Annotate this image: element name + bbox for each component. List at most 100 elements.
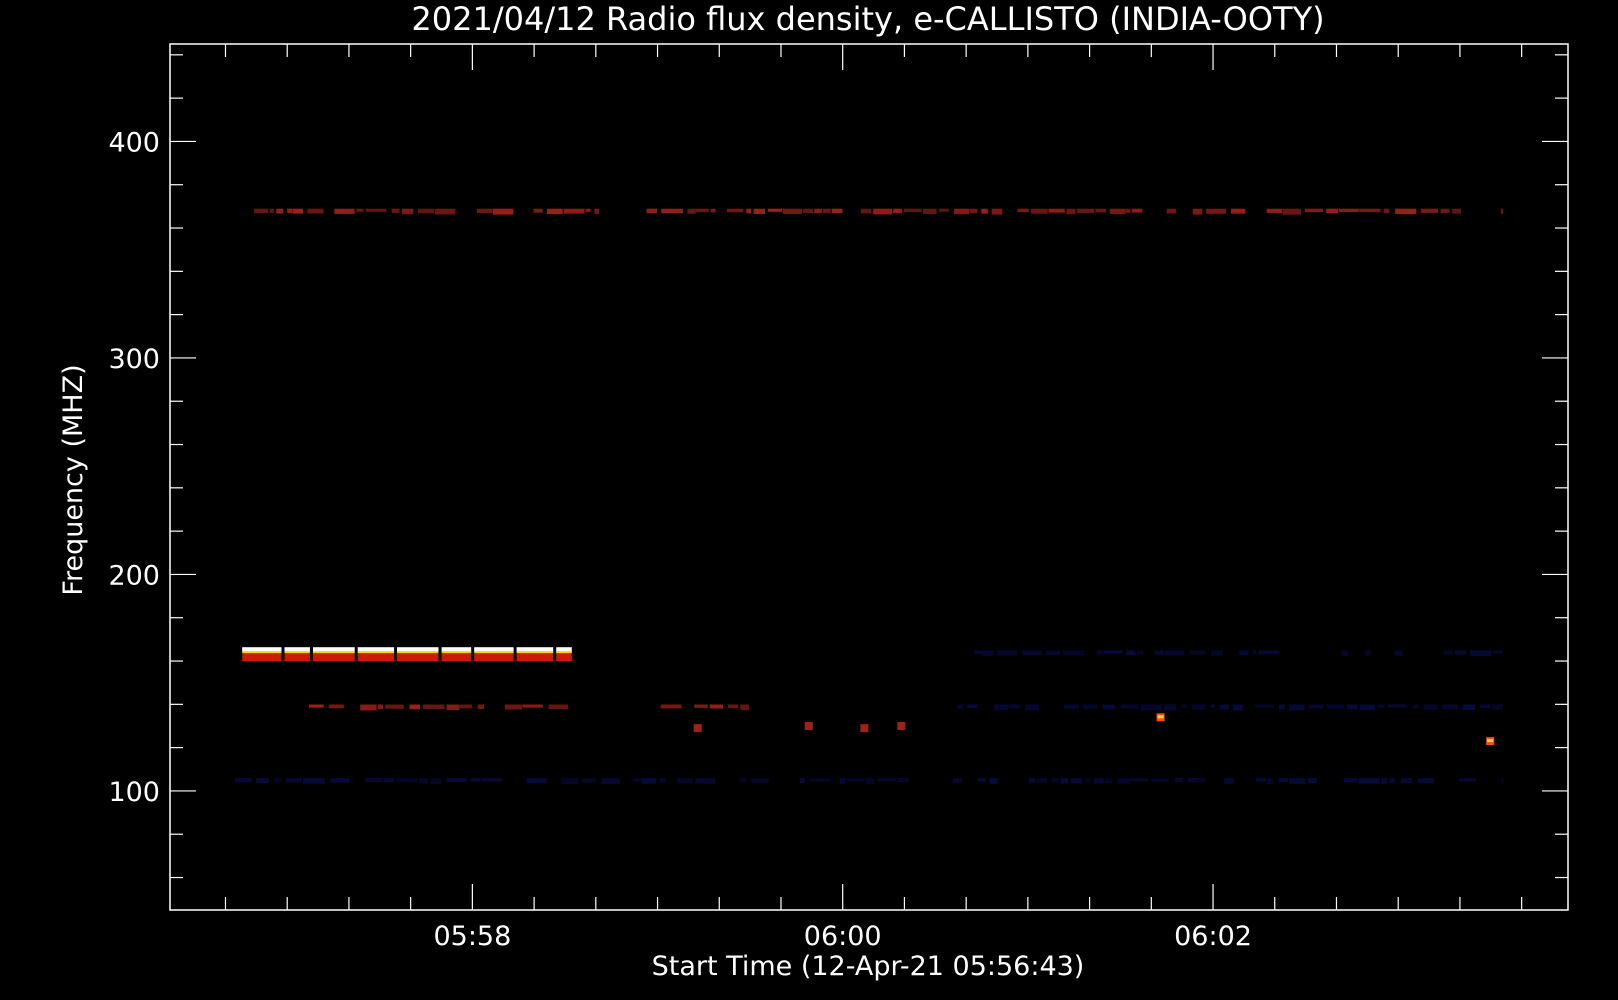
- emission-band: [1219, 704, 1229, 710]
- emission-band: [1288, 704, 1305, 711]
- emission-band: [1304, 208, 1324, 213]
- emission-band: [383, 778, 394, 783]
- emission-band: [1479, 704, 1491, 708]
- emission-band: [1338, 208, 1359, 213]
- emission-band: [1048, 208, 1065, 213]
- emission-band: [1359, 704, 1376, 711]
- emission-band: [1309, 704, 1324, 709]
- emission-band: [1151, 778, 1170, 783]
- y-axis: 100 200 300 400: [108, 54, 1568, 879]
- emission-band: [1442, 704, 1459, 710]
- emission-band: [1359, 208, 1381, 213]
- emission-band: [978, 778, 986, 782]
- emission-band: [526, 778, 547, 784]
- emission-band: [492, 208, 514, 215]
- burst-band-core: [397, 651, 439, 654]
- emission-band: [939, 208, 950, 212]
- emission-band: [391, 208, 400, 213]
- emission-band: [504, 704, 523, 710]
- emission-band: [1400, 778, 1412, 784]
- emission-band: [1255, 778, 1266, 782]
- emission-band: [1266, 208, 1283, 213]
- emission-band: [269, 208, 274, 214]
- emission-band: [922, 208, 937, 215]
- emission-band: [1255, 704, 1275, 708]
- emission-band: [1103, 650, 1123, 654]
- burst-band-shadow: [357, 653, 395, 662]
- emission-spot: [804, 722, 813, 730]
- emission-band: [642, 778, 657, 784]
- emission-band: [446, 704, 460, 711]
- emission-band: [1394, 650, 1403, 656]
- burst-band-shadow: [313, 653, 355, 662]
- emission-band: [746, 208, 752, 214]
- emission-band: [660, 704, 682, 709]
- burst-band-shadow: [474, 653, 514, 662]
- emission-band: [969, 208, 978, 214]
- emission-band: [991, 208, 1003, 215]
- x-tick-label: 05:58: [433, 921, 511, 952]
- emission-band: [1166, 208, 1176, 214]
- emission-band: [1187, 778, 1197, 782]
- emission-spot-core: [1487, 739, 1494, 743]
- emission-band: [1266, 778, 1273, 784]
- emission-band: [418, 778, 428, 784]
- emission-band: [740, 704, 749, 711]
- emission-band: [1094, 778, 1104, 784]
- emission-band: [1501, 778, 1504, 784]
- emission-band: [709, 704, 723, 709]
- emission-band: [767, 208, 782, 212]
- heatmap-features: [234, 208, 1504, 785]
- emission-band: [1102, 704, 1115, 710]
- emission-band: [897, 778, 909, 782]
- emission-band: [1117, 778, 1131, 784]
- emission-band: [307, 208, 324, 214]
- emission-band: [1387, 704, 1408, 708]
- emission-band: [750, 778, 769, 783]
- emission-band: [1395, 208, 1417, 215]
- emission-band: [1500, 208, 1504, 214]
- emission-band: [1192, 208, 1203, 215]
- emission-band: [1278, 778, 1288, 783]
- emission-band: [292, 208, 303, 214]
- emission-band: [366, 208, 387, 212]
- emission-spot: [897, 722, 906, 730]
- emission-band: [276, 208, 284, 214]
- emission-band: [695, 208, 709, 212]
- emission-band: [1030, 208, 1048, 214]
- emission-band: [632, 778, 642, 782]
- emission-band: [234, 778, 252, 783]
- emission-band: [585, 208, 591, 212]
- emission-band: [273, 778, 282, 783]
- emission-band: [1104, 778, 1113, 783]
- emission-band: [822, 208, 831, 214]
- emission-band: [285, 778, 302, 783]
- emission-band: [471, 778, 481, 782]
- emission-band: [981, 208, 988, 214]
- burst-band-shadow: [556, 653, 572, 662]
- emission-band: [809, 778, 831, 782]
- emission-band: [738, 778, 747, 782]
- burst-band-core: [441, 651, 472, 654]
- emission-band: [1077, 208, 1095, 213]
- burst-band-core: [556, 651, 572, 654]
- emission-band: [303, 778, 325, 784]
- emission-band: [1459, 778, 1476, 782]
- emission-band: [1071, 778, 1083, 784]
- emission-band: [1343, 778, 1358, 783]
- emission-band: [993, 704, 1009, 711]
- burst-band-core: [516, 651, 554, 654]
- y-tick-label: 300: [108, 344, 160, 375]
- emission-band: [254, 208, 268, 214]
- emission-band: [997, 650, 1018, 656]
- burst-band-shadow: [441, 653, 472, 662]
- y-tick-label: 200: [108, 560, 160, 591]
- emission-band: [1412, 704, 1419, 709]
- x-tick-label: 06:00: [804, 921, 882, 952]
- emission-band: [1131, 208, 1143, 213]
- emission-band: [255, 778, 269, 783]
- emission-band: [377, 704, 383, 709]
- emission-band: [1377, 704, 1385, 708]
- emission-band: [328, 704, 344, 709]
- emission-band: [560, 778, 579, 784]
